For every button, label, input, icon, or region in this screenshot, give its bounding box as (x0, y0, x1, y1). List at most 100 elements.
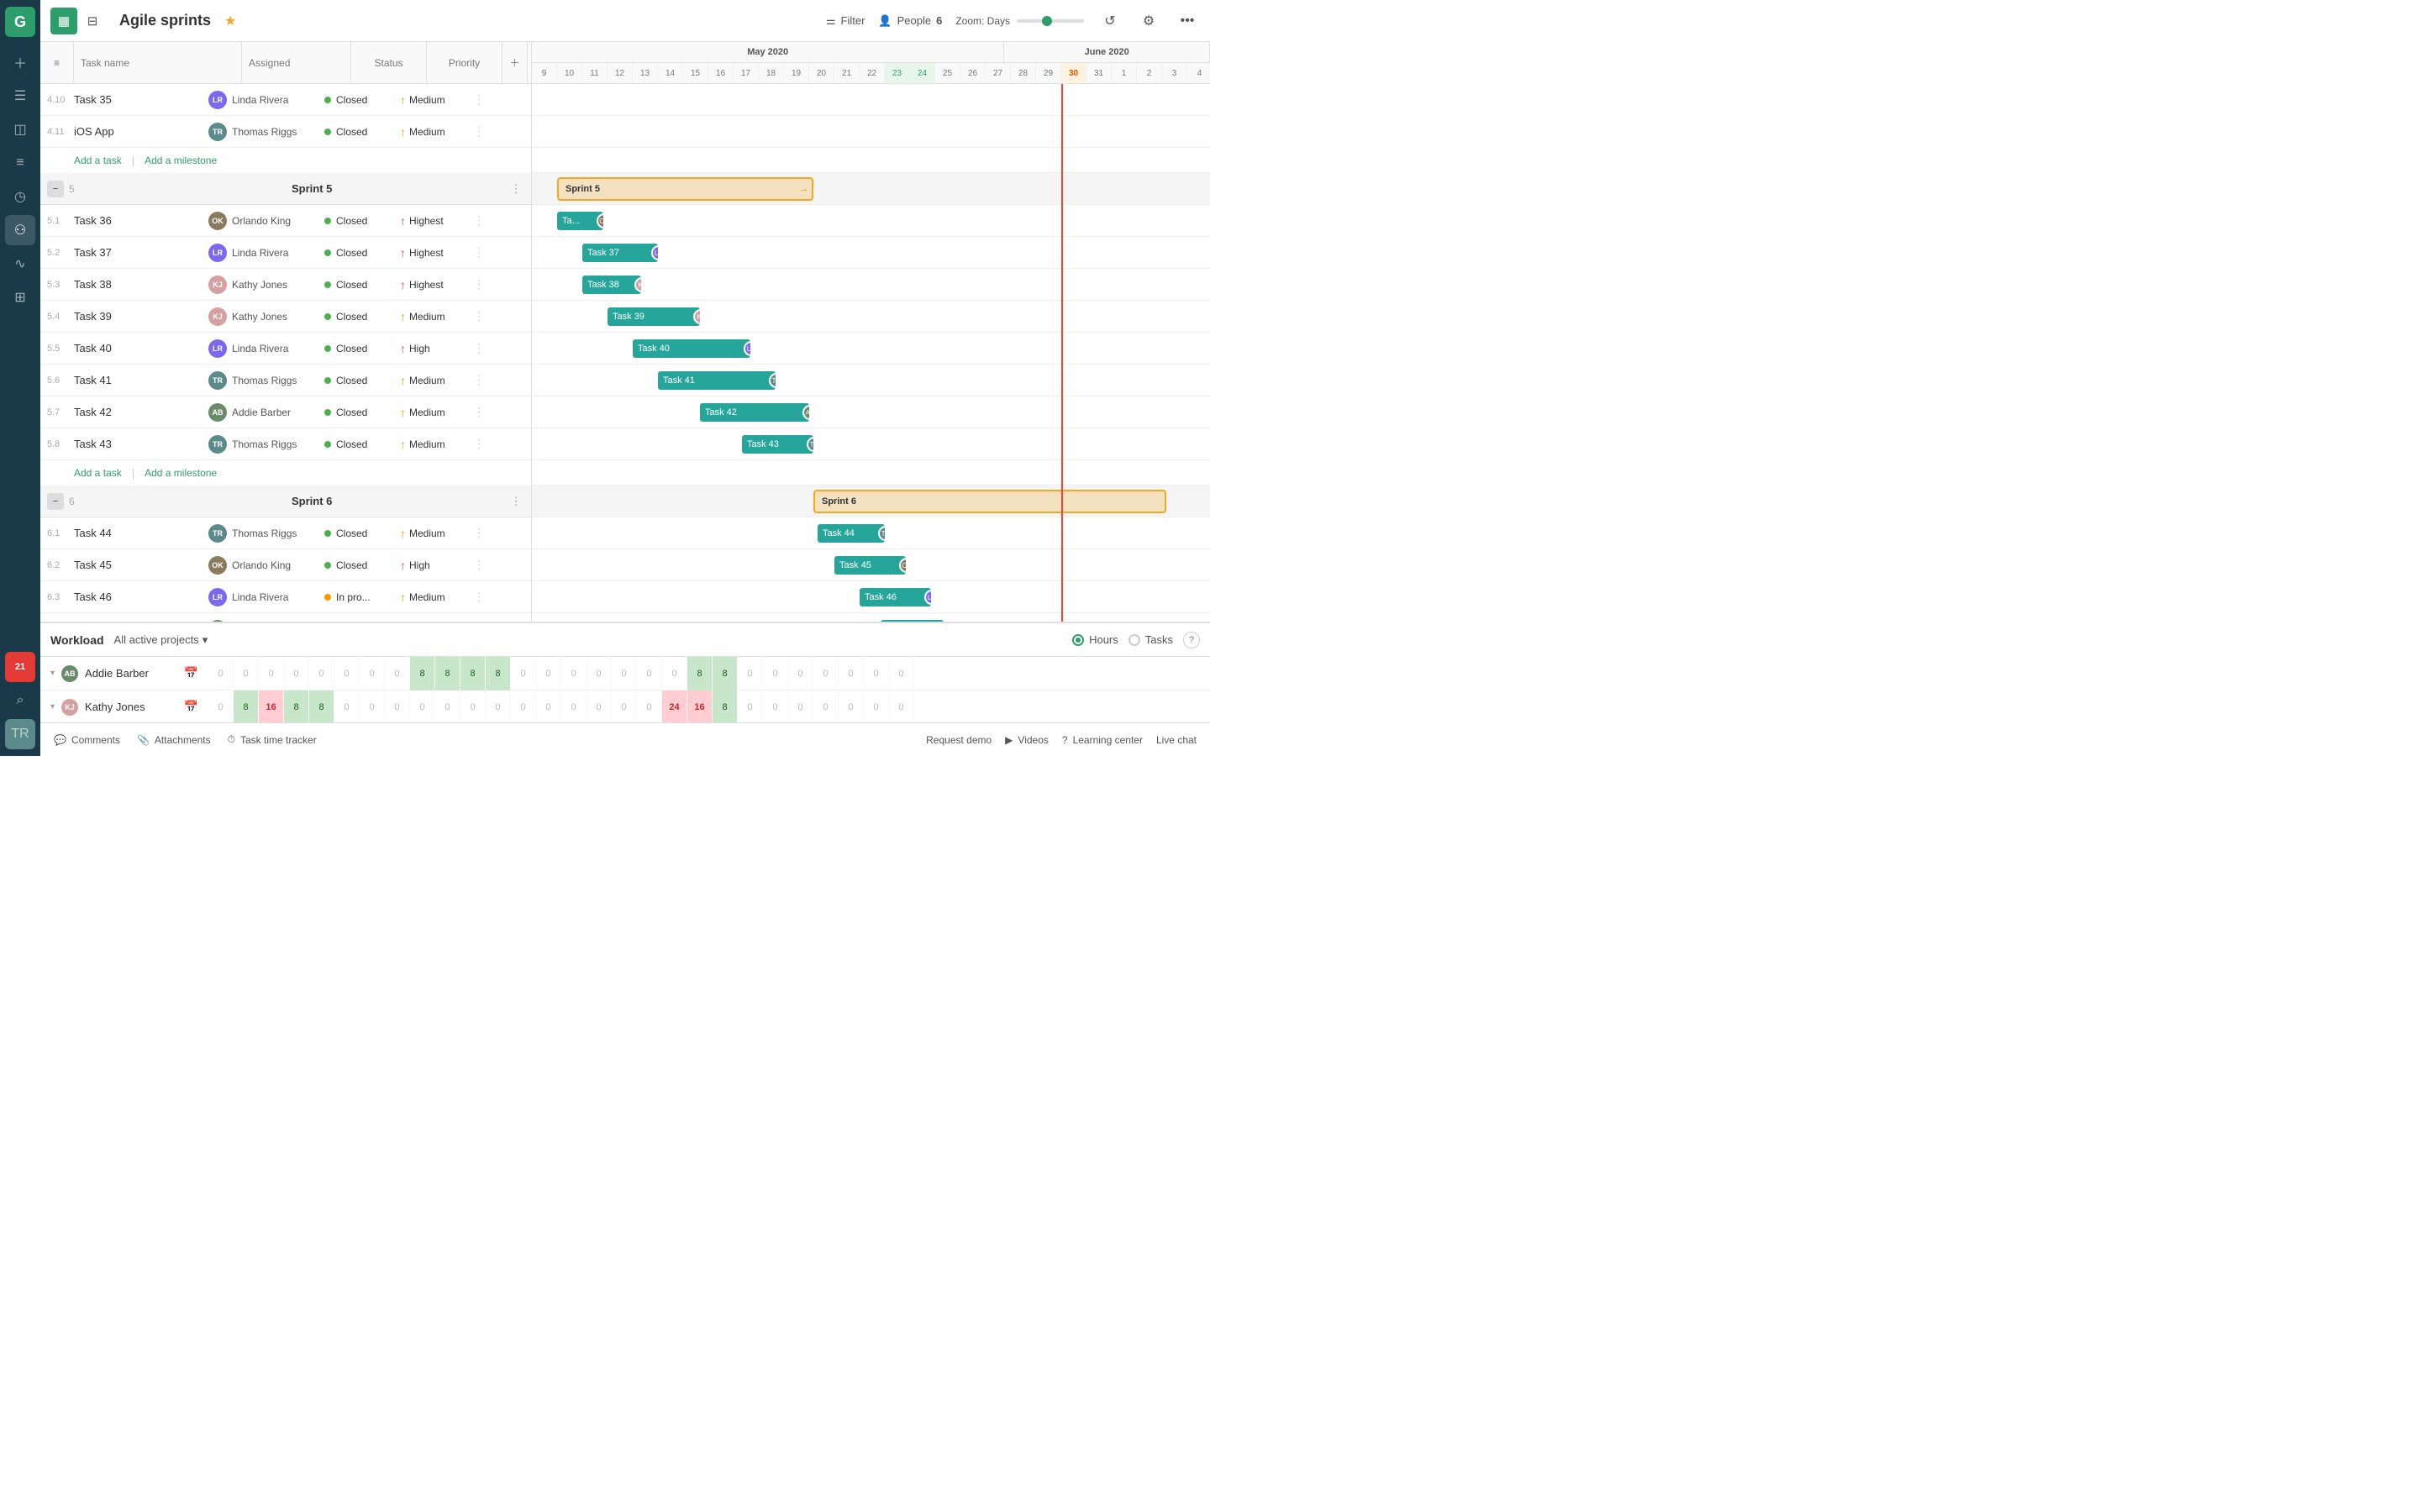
task-num: 6.2 (40, 560, 74, 570)
live-chat-button[interactable]: Live chat (1156, 734, 1197, 746)
hours-radio[interactable]: Hours (1072, 633, 1118, 646)
table-row[interactable]: 5.7 Task 42 AB Addie Barber Closed ↑ M (40, 396, 531, 428)
add-icon[interactable]: ＋ (5, 47, 35, 77)
clock-icon[interactable]: ◷ (5, 181, 35, 212)
workload-calendar-icon[interactable]: 📅 (184, 666, 198, 680)
table-row[interactable]: 6.4 Task 47 AB Addie Barber In pro... ↑ (40, 613, 531, 622)
workload-project-dropdown[interactable]: All active projects ▾ (114, 633, 208, 647)
filter-icon: ⚌ (826, 14, 836, 28)
list-icon[interactable]: ≡ (5, 148, 35, 178)
task-menu[interactable]: ⋮ (469, 558, 489, 572)
workload-person: ▾ AB Addie Barber 📅 (40, 665, 208, 682)
chart-icon[interactable]: ∿ (5, 249, 35, 279)
task-menu[interactable]: ⋮ (469, 341, 489, 355)
videos-label: Videos (1018, 734, 1048, 746)
table-row[interactable]: 5.8 Task 43 TR Thomas Riggs Closed ↑ M (40, 428, 531, 460)
status-label: In pro... (336, 591, 371, 603)
wl-cell: 0 (587, 657, 612, 690)
menu-icon[interactable]: ☰ (5, 81, 35, 111)
workload-collapse-icon[interactable]: ▾ (50, 702, 55, 711)
sprint-collapse-button[interactable]: − (47, 181, 64, 197)
avatar: TR (208, 371, 227, 390)
table-row[interactable]: 5.6 Task 41 TR Thomas Riggs Closed ↑ M (40, 365, 531, 396)
notification-icon[interactable]: 21 (5, 652, 35, 682)
wl-cell: 0 (309, 657, 334, 690)
comments-label: Comments (71, 734, 120, 746)
gantt-view-button[interactable]: ▦ (50, 8, 77, 34)
priority-icon: ↑ (400, 93, 406, 107)
workload-collapse-icon[interactable]: ▾ (50, 669, 55, 678)
tasks-radio[interactable]: Tasks (1128, 633, 1173, 646)
avatar: LR (208, 91, 227, 109)
table-row[interactable]: 5.4 Task 39 KJ Kathy Jones Closed ↑ Me (40, 301, 531, 333)
help-icon[interactable]: ? (1183, 632, 1200, 648)
videos-button[interactable]: ▶ Videos (1005, 734, 1049, 746)
sprint-name-6: Sprint 6 (292, 495, 508, 507)
people-icon[interactable]: ⚇ (5, 215, 35, 245)
sprint-menu-button[interactable]: ⋮ (508, 181, 524, 197)
add-milestone-link[interactable]: Add a milestone (145, 467, 217, 479)
wl-cell: 0 (536, 690, 561, 723)
task-menu[interactable]: ⋮ (469, 309, 489, 323)
history-button[interactable]: ↺ (1097, 8, 1123, 34)
grid-icon[interactable]: ⊞ (5, 282, 35, 312)
table-row[interactable]: 6.3 Task 46 LR Linda Rivera In pro... ↑ (40, 581, 531, 613)
table-row[interactable]: 5.5 Task 40 LR Linda Rivera Closed ↑ H (40, 333, 531, 365)
assigned-name: Linda Rivera (232, 343, 288, 354)
zoom-slider[interactable] (1017, 19, 1084, 23)
wl-cell: 0 (788, 690, 813, 723)
attachments-button[interactable]: 📎 Attachments (137, 734, 211, 746)
day-cell: 2 (1137, 63, 1162, 84)
filter-button[interactable]: ⚌ Filter (826, 14, 865, 28)
more-button[interactable]: ••• (1175, 8, 1200, 34)
task40-bar-label: Task 40 (638, 344, 670, 354)
hours-radio-dot (1072, 634, 1084, 646)
task-menu[interactable]: ⋮ (469, 590, 489, 604)
sprint-collapse-button-6[interactable]: − (47, 493, 64, 510)
star-icon[interactable]: ★ (224, 13, 236, 29)
task-menu[interactable]: ⋮ (469, 124, 489, 139)
comments-button[interactable]: 💬 Comments (54, 734, 120, 746)
gantt-row: Task 41 TR (532, 365, 1210, 396)
day-cell: 12 (608, 63, 633, 84)
table-row[interactable]: 6.1 Task 44 TR Thomas Riggs Closed ↑ M (40, 517, 531, 549)
task-menu[interactable]: ⋮ (469, 213, 489, 228)
task-menu[interactable]: ⋮ (469, 277, 489, 291)
workload-calendar-icon[interactable]: 📅 (184, 700, 198, 714)
table-row[interactable]: 4.11 iOS App TR Thomas Riggs Closed ↑ (40, 116, 531, 148)
task42-bar: Task 42 AB (700, 403, 809, 422)
sprint-menu-button-6[interactable]: ⋮ (508, 493, 524, 510)
learning-button[interactable]: ? Learning center (1062, 734, 1143, 746)
logo-icon[interactable]: G (5, 7, 35, 37)
task-menu[interactable]: ⋮ (469, 437, 489, 451)
zoom-label: Zoom: Days (955, 15, 1010, 27)
task-menu[interactable]: ⋮ (469, 526, 489, 540)
table-row[interactable]: 5.3 Task 38 KJ Kathy Jones Closed ↑ Hi (40, 269, 531, 301)
request-demo-button[interactable]: Request demo (926, 734, 992, 746)
table-view-button[interactable]: ⊟ (79, 8, 106, 34)
folder-icon[interactable]: ◫ (5, 114, 35, 144)
add-task-link[interactable]: Add a task (74, 155, 122, 166)
table-row[interactable]: 5.2 Task 37 LR Linda Rivera Closed ↑ H (40, 237, 531, 269)
task-menu[interactable]: ⋮ (469, 245, 489, 260)
task-status: Closed (318, 215, 393, 227)
task-menu[interactable]: ⋮ (469, 373, 489, 387)
search-icon[interactable]: ⌕ (5, 685, 35, 716)
table-row[interactable]: 4.10 Task 35 LR Linda Rivera Closed ↑ (40, 84, 531, 116)
add-column-button[interactable]: ＋ (502, 42, 528, 83)
user-avatar-icon[interactable]: TR (5, 719, 35, 749)
time-tracker-button[interactable]: ⏱ Task time tracker (228, 733, 317, 746)
table-row[interactable]: 6.2 Task 45 OK Orlando King Closed ↑ H (40, 549, 531, 581)
wl-cell: 0 (839, 690, 864, 723)
add-task-link[interactable]: Add a task (74, 467, 122, 479)
task44-bar-label: Task 44 (823, 528, 855, 538)
add-milestone-link[interactable]: Add a milestone (145, 155, 217, 166)
settings-button[interactable]: ⚙ (1136, 8, 1161, 34)
gantt-body[interactable]: Sprint 5 → Ta... OK (532, 84, 1210, 622)
people-button[interactable]: 👤 People 6 (878, 14, 942, 28)
task-menu[interactable]: ⋮ (469, 92, 489, 107)
workload-title: Workload (50, 633, 104, 647)
day-cell: 1 (1112, 63, 1137, 84)
task-menu[interactable]: ⋮ (469, 405, 489, 419)
table-row[interactable]: 5.1 Task 36 OK Orlando King Closed ↑ H (40, 205, 531, 237)
